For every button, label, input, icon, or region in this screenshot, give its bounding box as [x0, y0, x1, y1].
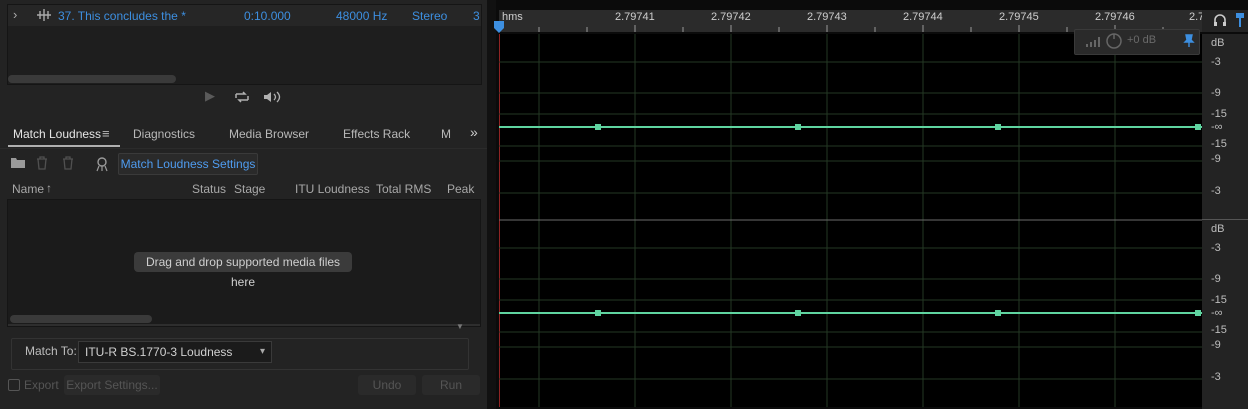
files-panel: › 37. This concludes the * 0:10.000 4800…	[7, 4, 482, 85]
channel-divider	[1202, 219, 1248, 220]
loudness-icon[interactable]	[94, 156, 110, 175]
db-scale[interactable]: dB -3 -9 -15 -∞ -15 -9 -3 dB -3 -9 -15 -…	[1202, 34, 1248, 409]
db-label: -15	[1211, 108, 1227, 120]
tab-effects-rack[interactable]: Effects Rack	[343, 127, 410, 141]
tab-match-loudness[interactable]: Match Loudness	[13, 127, 101, 141]
trash-icon[interactable]	[36, 156, 48, 173]
db-label: -9	[1211, 87, 1221, 99]
column-stage[interactable]: Stage	[234, 182, 265, 196]
ruler-unit-label: hms	[502, 11, 523, 23]
export-settings-button[interactable]: Export Settings...	[64, 375, 160, 395]
playhead-icon[interactable]	[493, 20, 505, 37]
db-label: -15	[1211, 138, 1227, 150]
file-channels: Stereo	[412, 9, 448, 23]
dropdown-arrow-icon[interactable]: ▼	[456, 322, 464, 331]
gain-hud[interactable]: +0 dB	[1074, 29, 1200, 55]
speaker-icon[interactable]	[262, 90, 284, 107]
file-name: 37. This concludes the *	[58, 9, 186, 23]
column-name[interactable]: Name	[12, 182, 44, 196]
ruler-tick: 2.79743	[807, 11, 847, 23]
waveform-display[interactable]	[499, 34, 1202, 407]
open-folder-icon[interactable]	[10, 156, 26, 172]
queue-column-headers: Name ↑ Status Stage ITU Loudness Total R…	[8, 180, 480, 198]
resize-bar[interactable]	[8, 324, 480, 326]
transport-bar: ▶	[0, 88, 488, 110]
tab-more[interactable]: M	[441, 127, 451, 141]
tab-media-browser[interactable]: Media Browser	[229, 127, 309, 141]
files-scrollbar[interactable]	[8, 75, 176, 83]
db-label: -9	[1211, 153, 1221, 165]
column-total-rms[interactable]: Total RMS	[376, 182, 431, 196]
gain-value: +0 dB	[1127, 34, 1157, 46]
match-loudness-settings-button[interactable]: Match Loudness Settings	[118, 153, 258, 175]
file-extra: 3	[473, 9, 480, 23]
export-label: Export	[24, 378, 59, 392]
marker-pin-icon[interactable]	[1234, 12, 1246, 31]
ruler-tick: 2.79745	[999, 11, 1039, 23]
tab-diagnostics[interactable]: Diagnostics	[133, 127, 195, 141]
queue-scrollbar[interactable]	[10, 315, 152, 323]
file-sample-rate: 48000 Hz	[336, 9, 388, 23]
active-tab-indicator	[8, 145, 120, 147]
db-label: dB	[1211, 37, 1225, 49]
gain-knob-icon[interactable]	[1105, 32, 1123, 53]
db-label: -15	[1211, 294, 1227, 306]
match-to-value: ITU-R BS.1770-3 Loudness	[85, 345, 233, 359]
overflow-chevron-icon[interactable]: »	[470, 124, 478, 140]
column-peak[interactable]: Peak	[447, 182, 474, 196]
menu-icon[interactable]: ≡	[102, 126, 110, 141]
export-checkbox[interactable]	[8, 379, 20, 391]
db-label: -3	[1211, 371, 1221, 383]
loop-icon[interactable]	[234, 90, 250, 107]
db-label: -∞	[1211, 121, 1223, 133]
trash-all-icon[interactable]	[60, 156, 76, 173]
top-right-controls	[1202, 10, 1248, 32]
waveform-icon	[36, 8, 52, 25]
expand-icon[interactable]: ›	[13, 7, 17, 22]
pin-icon[interactable]	[1183, 34, 1195, 51]
play-icon[interactable]: ▶	[205, 88, 215, 104]
panel-divider[interactable]	[487, 0, 496, 409]
ruler-tick: 2.79746	[1095, 11, 1135, 23]
sort-arrow-icon: ↑	[46, 181, 52, 195]
db-label: -∞	[1211, 307, 1223, 319]
db-label: -9	[1211, 273, 1221, 285]
db-label: -9	[1211, 339, 1221, 351]
panel-tabs: Match Loudness ≡ Diagnostics Media Brows…	[0, 120, 488, 149]
file-duration: 0:10.000	[244, 9, 291, 23]
match-to-label: Match To:	[25, 344, 77, 358]
level-meter-icon	[1085, 34, 1103, 51]
drop-hint: Drag and drop supported media files here	[134, 252, 352, 289]
left-panel: › 37. This concludes the * 0:10.000 4800…	[0, 0, 488, 409]
run-button[interactable]: Run	[422, 375, 480, 395]
db-label: -3	[1211, 185, 1221, 197]
headphone-icon[interactable]	[1213, 13, 1227, 30]
column-status[interactable]: Status	[192, 182, 226, 196]
ruler-tick: 2.79744	[903, 11, 943, 23]
db-label: -3	[1211, 56, 1221, 68]
column-itu-loudness[interactable]: ITU Loudness	[295, 182, 370, 196]
undo-button[interactable]: Undo	[358, 375, 416, 395]
db-label: -3	[1211, 242, 1221, 254]
ruler-tick: 2.79741	[615, 11, 655, 23]
file-row[interactable]: › 37. This concludes the * 0:10.000 4800…	[8, 5, 481, 26]
db-label: dB	[1211, 223, 1225, 235]
ruler-tick: 2.79742	[711, 11, 751, 23]
db-label: -15	[1211, 324, 1227, 336]
match-to-select[interactable]: ITU-R BS.1770-3 Loudness ▾	[78, 341, 272, 363]
chevron-down-icon[interactable]: ▾	[260, 342, 265, 362]
